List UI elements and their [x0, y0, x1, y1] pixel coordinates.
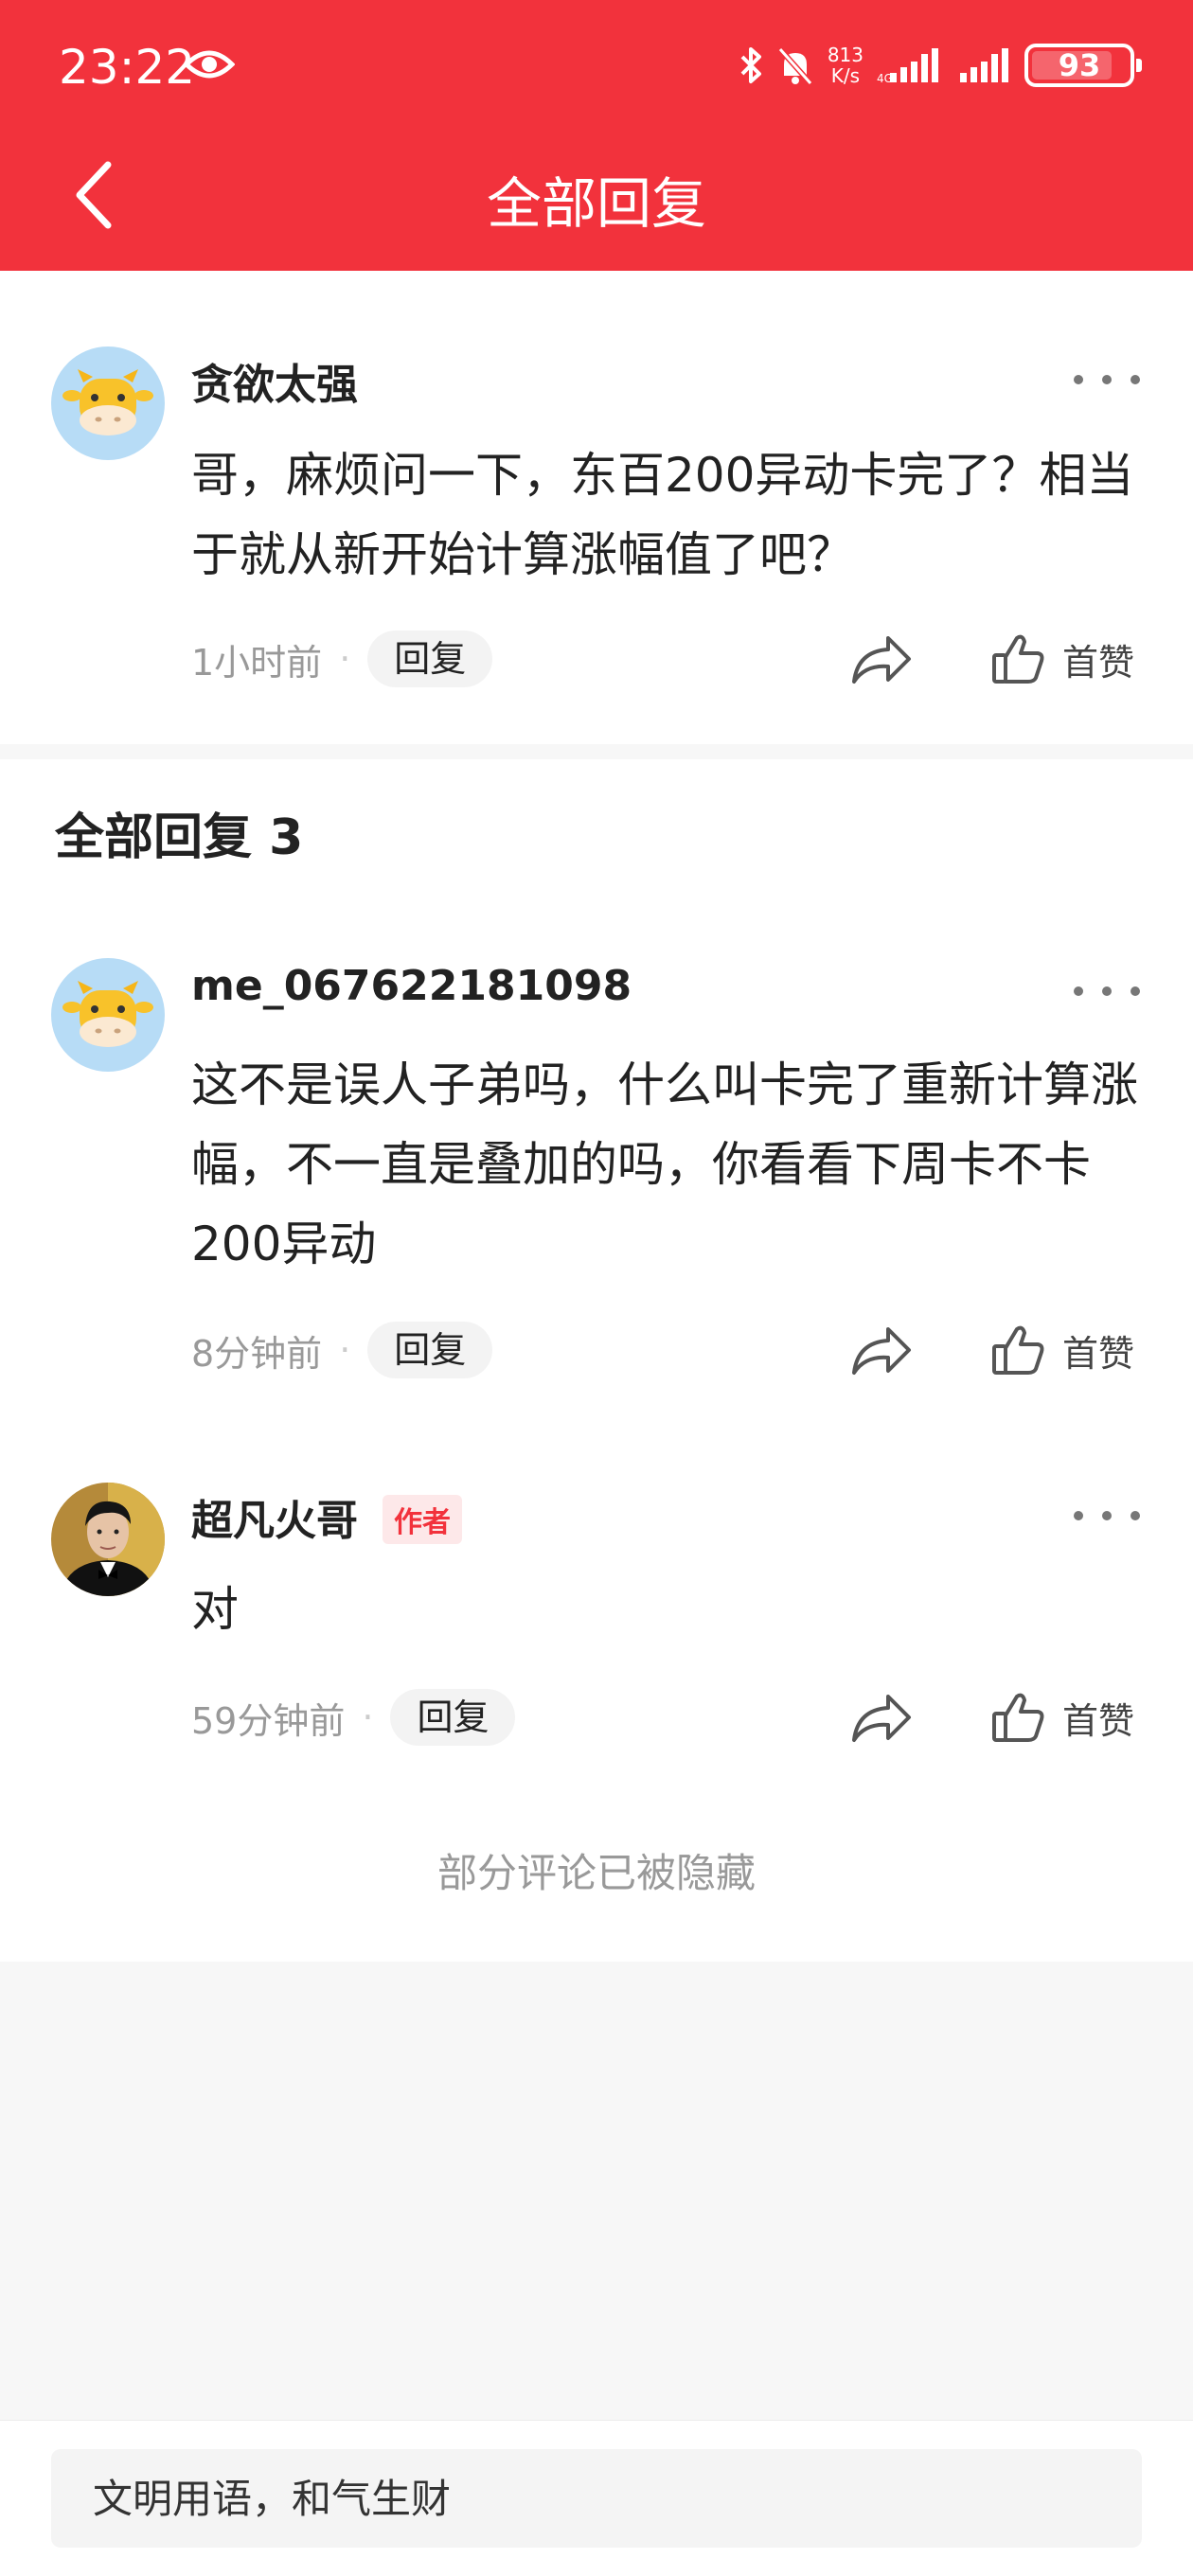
more-dot [1131, 1511, 1140, 1520]
avatar[interactable] [51, 346, 165, 460]
replies-section-title: 全部回复 3 [55, 809, 304, 866]
svg-text:4G: 4G [877, 72, 893, 84]
more-dot [1074, 1511, 1083, 1520]
like-button[interactable]: 首赞 [990, 1689, 1134, 1746]
like-label: 首赞 [1062, 1699, 1135, 1742]
status-icons: 813 K/s 4G 93 [739, 42, 1142, 89]
username[interactable]: me_067622181098 [191, 962, 632, 1010]
status-time: 23:22 [59, 40, 196, 95]
author-badge: 作者 [383, 1495, 462, 1544]
username[interactable]: 超凡火哥 [191, 1497, 358, 1545]
reply-button[interactable]: 回复 [367, 631, 493, 687]
comment-content: 这不是误人子弟吗，什么叫卡完了重新计算涨幅，不一直是叠加的吗，你看看下周卡不卡2… [191, 1057, 1138, 1271]
cow-avatar-icon [51, 346, 165, 460]
net-speed-unit: K/s [830, 64, 861, 87]
portrait-avatar-icon [51, 1483, 165, 1596]
more-options-button[interactable] [1074, 977, 1140, 1005]
more-dot [1102, 375, 1112, 384]
eye-icon [184, 50, 235, 79]
like-button[interactable]: 首赞 [990, 1322, 1134, 1378]
mute-bell-icon [777, 47, 813, 85]
username[interactable]: 贪欲太强 [191, 350, 358, 411]
comment-time: 1小时前 [191, 641, 323, 684]
thumbs-up-icon [992, 1325, 1044, 1375]
thumbs-up-icon [992, 1693, 1044, 1742]
more-dot [1102, 1511, 1112, 1520]
page-title: 全部回复 [486, 171, 706, 236]
battery-level: 93 [1058, 47, 1101, 83]
net-speed-value: 813 [827, 44, 864, 66]
thumbs-up-icon [992, 634, 1044, 684]
more-dot [1074, 375, 1083, 384]
comment-input[interactable] [51, 2449, 1142, 2548]
separator-dot: · [339, 638, 351, 680]
comment-input-bar [0, 2420, 1193, 2576]
bluetooth-icon [740, 47, 761, 83]
share-icon[interactable] [848, 1322, 915, 1378]
comment-content: 哥，麻烦问一下，东百200异动卡完了？相当于就从新开始计算涨幅值了吧？ [191, 448, 1134, 582]
more-dot [1131, 375, 1140, 384]
comment-time: 59分钟前 [191, 1699, 346, 1742]
cow-avatar-icon [51, 958, 165, 1072]
battery-indicator: 93 [1024, 44, 1142, 87]
like-label: 首赞 [1062, 1332, 1135, 1375]
app-header: 23:22 813 K/s 4G 93 全部回复 [0, 0, 1193, 271]
like-button[interactable]: 首赞 [990, 631, 1134, 687]
comment-meta: 1小时前 · 回复 [191, 631, 493, 687]
signal-icon [960, 48, 1008, 82]
share-icon[interactable] [848, 631, 915, 687]
more-dot [1074, 986, 1083, 996]
signal-icon: 4G [877, 48, 938, 84]
separator-dot: · [362, 1697, 374, 1738]
net-speed: 813 K/s [828, 44, 864, 86]
more-dot [1102, 986, 1112, 996]
comment-content: 对 [191, 1582, 239, 1637]
separator-dot: · [339, 1329, 351, 1371]
replies-card: 全部回复 3 me_067622181098 这不是误人子弟吗，什么叫卡完了重新… [0, 759, 1193, 1962]
comment-time: 8分钟前 [191, 1332, 323, 1375]
more-options-button[interactable] [1074, 365, 1140, 394]
comment-meta: 59分钟前 · 回复 [191, 1689, 516, 1746]
share-icon[interactable] [848, 1689, 915, 1746]
avatar[interactable] [51, 958, 165, 1072]
username-row: 超凡火哥 作者 [191, 1486, 462, 1548]
reply-button[interactable]: 回复 [367, 1322, 493, 1378]
avatar[interactable] [51, 1483, 165, 1596]
hidden-comments-note: 部分评论已被隐藏 [436, 1850, 756, 1896]
more-dot [1131, 986, 1140, 996]
more-options-button[interactable] [1074, 1501, 1140, 1530]
comment-meta: 8分钟前 · 回复 [191, 1322, 493, 1378]
like-label: 首赞 [1062, 641, 1135, 684]
main-comment-card: 贪欲太强 哥，麻烦问一下，东百200异动卡完了？相当于就从新开始计算涨幅值了吧？… [0, 271, 1193, 744]
reply-button[interactable]: 回复 [390, 1689, 516, 1746]
